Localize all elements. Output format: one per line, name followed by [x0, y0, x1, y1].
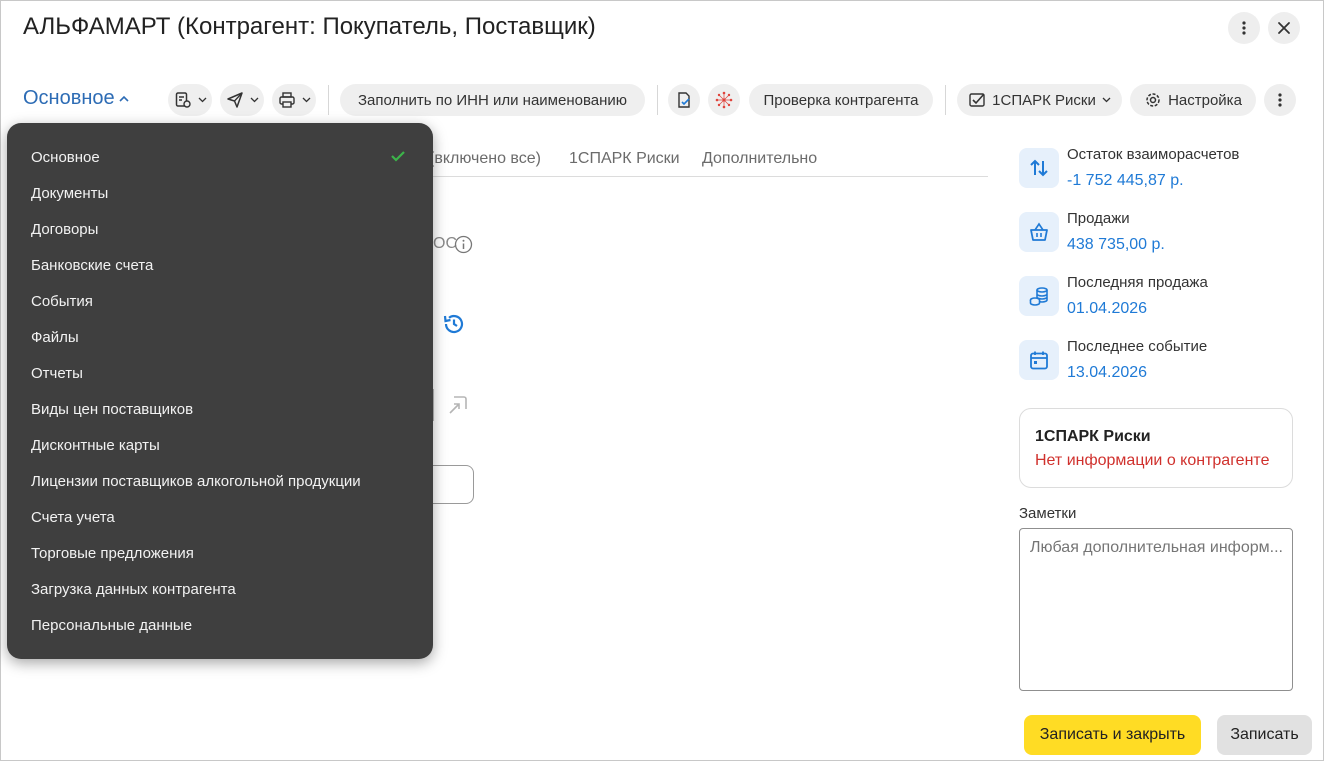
notes-field[interactable] — [1019, 528, 1293, 691]
menu-item-bank-accounts[interactable]: Банковские счета — [31, 257, 153, 274]
chevron-down-icon — [302, 97, 310, 103]
checkmark-icon — [391, 151, 405, 162]
menu-item-reports[interactable]: Отчеты — [31, 365, 83, 382]
window-title: АЛЬФАМАРТ (Контрагент: Покупатель, Поста… — [23, 13, 596, 40]
coins-icon — [1019, 276, 1059, 316]
close-icon — [1278, 22, 1290, 34]
arrows-up-down-icon — [1019, 148, 1059, 188]
menu-item-personal-data[interactable]: Персональные данные — [31, 617, 192, 634]
balance-label: Остаток взаиморасчетов — [1067, 146, 1240, 163]
toolbar-divider — [657, 85, 658, 115]
history-icon[interactable] — [442, 312, 466, 341]
toolbar-divider — [328, 85, 329, 115]
chevron-up-icon — [119, 95, 129, 102]
last-event-value[interactable]: 13.04.2026 — [1067, 364, 1147, 382]
tab-additional[interactable]: Дополнительно — [702, 150, 817, 168]
check-document-button[interactable] — [668, 84, 700, 116]
more-menu-button[interactable] — [1228, 12, 1260, 44]
document-check-icon — [678, 92, 690, 108]
toolbar-more-button[interactable] — [1264, 84, 1296, 116]
section-menu: Основное Документы Договоры Банковские с… — [7, 123, 433, 659]
open-field-icon[interactable] — [447, 394, 469, 421]
more-vertical-icon — [1278, 93, 1282, 107]
save-button[interactable]: Записать — [1217, 715, 1312, 755]
spark-network-icon — [715, 91, 733, 109]
spark-card-message: Нет информации о контрагенте — [1035, 452, 1270, 469]
section-selector-label: Основное — [23, 87, 115, 109]
spark-risks-label: 1СПАРК Риски — [992, 91, 1096, 109]
fill-by-inn-button[interactable]: Заполнить по ИНН или наименованию — [340, 84, 645, 116]
menu-item-accounting-accounts[interactable]: Счета учета — [31, 509, 115, 526]
print-button[interactable] — [272, 84, 316, 116]
last-sale-label: Последняя продажа — [1067, 274, 1208, 291]
gear-icon — [1146, 93, 1160, 107]
create-based-on-button[interactable] — [168, 84, 212, 116]
chevron-down-icon — [1102, 97, 1111, 103]
form-tabs: (включено все) 1СПАРК Риски Дополнительн… — [429, 147, 988, 177]
close-button[interactable] — [1268, 12, 1300, 44]
menu-item-trade-offers[interactable]: Торговые предложения — [31, 545, 194, 562]
spark-network-button[interactable] — [708, 84, 740, 116]
field-edge — [433, 389, 434, 421]
chevron-down-icon — [198, 97, 206, 103]
menu-item-data-import[interactable]: Загрузка данных контрагента — [31, 581, 236, 598]
toolbar-divider — [945, 85, 946, 115]
info-icon[interactable] — [454, 235, 473, 259]
spark-card-title: 1СПАРК Риски — [1035, 428, 1151, 445]
sales-label: Продажи — [1067, 210, 1130, 227]
obscured-input-field[interactable] — [433, 465, 474, 504]
menu-item-documents[interactable]: Документы — [31, 185, 108, 202]
check-counterparty-button[interactable]: Проверка контрагента — [749, 84, 933, 116]
menu-item-main[interactable]: Основное — [31, 149, 100, 166]
more-vertical-icon — [1242, 21, 1246, 35]
counterparty-window: АЛЬФАМАРТ (Контрагент: Покупатель, Поста… — [0, 0, 1324, 761]
tab-contact-info[interactable]: (включено все) — [429, 150, 541, 168]
notes-label: Заметки — [1019, 505, 1077, 522]
menu-item-contracts[interactable]: Договоры — [31, 221, 98, 238]
balance-value[interactable]: -1 752 445,87 р. — [1067, 172, 1184, 190]
spark-risks-card: 1СПАРК Риски Нет информации о контрагент… — [1019, 408, 1293, 488]
checkbox-mail-icon — [969, 93, 985, 107]
send-button[interactable] — [220, 84, 264, 116]
settings-label: Настройка — [1168, 91, 1242, 109]
document-gear-icon — [175, 92, 191, 108]
menu-item-alcohol-licenses[interactable]: Лицензии поставщиков алкогольной продукц… — [31, 473, 361, 490]
send-icon — [226, 92, 243, 108]
last-sale-value[interactable]: 01.04.2026 — [1067, 300, 1147, 318]
basket-icon — [1019, 212, 1059, 252]
printer-icon — [278, 92, 295, 108]
calendar-icon — [1019, 340, 1059, 380]
menu-item-files[interactable]: Файлы — [31, 329, 79, 346]
sales-value[interactable]: 438 735,00 р. — [1067, 236, 1165, 254]
menu-item-events[interactable]: События — [31, 293, 93, 310]
save-and-close-button[interactable]: Записать и закрыть — [1024, 715, 1201, 755]
chevron-down-icon — [250, 97, 258, 103]
spark-risks-dropdown[interactable]: 1СПАРК Риски — [957, 84, 1122, 116]
section-selector-button[interactable]: Основное — [23, 87, 129, 110]
menu-item-discount-cards[interactable]: Дисконтные карты — [31, 437, 160, 454]
last-event-label: Последнее событие — [1067, 338, 1208, 355]
tab-spark-risks[interactable]: 1СПАРК Риски — [569, 150, 680, 168]
menu-item-supplier-price-types[interactable]: Виды цен поставщиков — [31, 401, 193, 418]
settings-button[interactable]: Настройка — [1130, 84, 1256, 116]
